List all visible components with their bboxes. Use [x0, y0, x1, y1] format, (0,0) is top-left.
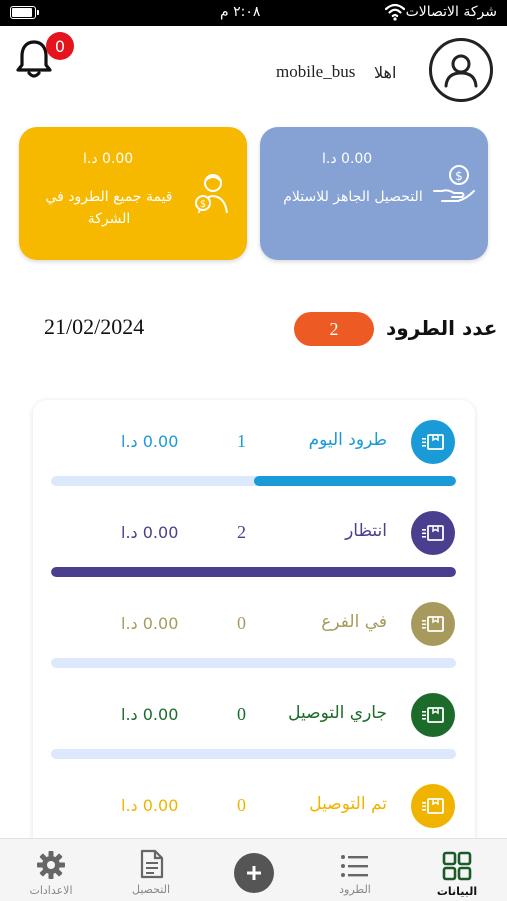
- gear-icon: [37, 851, 65, 879]
- status-row[interactable]: طرود اليوم 1 0.00 د.ا: [33, 420, 475, 511]
- status-row-progress-bar: [51, 476, 456, 486]
- user-icon: [444, 54, 478, 88]
- nav-settings-label: الاعدادات: [29, 884, 73, 897]
- carrier-name: شركة الاتصالات: [405, 4, 497, 20]
- status-row[interactable]: انتظار 2 0.00 د.ا: [33, 511, 475, 602]
- status-row-count: 0: [237, 795, 246, 815]
- nav-collection-label: التحصيل: [131, 883, 171, 896]
- battery-icon: [10, 6, 39, 19]
- status-row-label: طرود اليوم: [308, 430, 387, 450]
- company-value-title: قيمة جميع الطرود في الشركة: [45, 189, 173, 227]
- ready-collection-card[interactable]: 0.00 د.ا التحصيل الجاهز للاستلام $: [260, 127, 488, 260]
- nav-parcels[interactable]: الطرود: [326, 839, 384, 901]
- status-row-amount: 0.00 د.ا: [121, 432, 179, 451]
- status-bar: ٢:٠٨ م شركة الاتصالات: [0, 0, 507, 26]
- ready-collection-amount: 0.00 د.ا: [322, 151, 373, 167]
- add-parcel-button[interactable]: [234, 853, 274, 893]
- status-row-label: جاري التوصيل: [288, 703, 387, 723]
- status-row-progress-bar: [51, 658, 456, 668]
- status-row-amount: 0.00 د.ا: [121, 523, 179, 542]
- box-icon: [411, 420, 455, 464]
- status-row-progress-bar: [51, 567, 456, 577]
- status-row-progress-fill: [253, 476, 456, 486]
- box-icon: [411, 693, 455, 737]
- greeting: اهلا: [374, 63, 397, 82]
- status-row-progress-bar: [51, 749, 456, 759]
- status-row[interactable]: جاري التوصيل 0 0.00 د.ا: [33, 693, 475, 784]
- status-row-amount: 0.00 د.ا: [121, 705, 179, 724]
- nav-collection[interactable]: التحصيل: [122, 839, 180, 901]
- money-hand-icon: $: [432, 163, 476, 211]
- plus-icon: [247, 866, 261, 880]
- box-icon: [411, 784, 455, 828]
- parcel-count-badge: 2: [294, 312, 374, 346]
- nav-data-label: البيانات: [436, 885, 478, 898]
- ready-collection-title: التحصيل الجاهز للاستلام: [283, 189, 423, 205]
- status-row-label: انتظار: [345, 521, 387, 541]
- status-row-label: تم التوصيل: [309, 794, 387, 814]
- current-date: 21/02/2024: [44, 314, 145, 339]
- status-row-progress-fill: [51, 567, 456, 577]
- wifi-icon: [384, 3, 406, 25]
- status-row-amount: 0.00 د.ا: [121, 796, 179, 815]
- bottom-navigation: البيانات الطرود التحصيل الاعدادات: [0, 838, 507, 901]
- box-icon: [411, 602, 455, 646]
- nav-settings[interactable]: الاعدادات: [22, 839, 80, 901]
- document-icon: [140, 849, 164, 879]
- battery-level: [12, 8, 32, 17]
- company-value-amount: 0.00 د.ا: [83, 151, 134, 167]
- box-icon: [411, 511, 455, 555]
- parcel-status-list: طرود اليوم 1 0.00 د.ا انتظار 2 0.00 د.ا في الف…: [33, 400, 475, 860]
- status-row[interactable]: في الفرع 0 0.00 د.ا: [33, 602, 475, 693]
- status-row-amount: 0.00 د.ا: [121, 614, 179, 633]
- status-row-count: 1: [237, 431, 246, 451]
- username: mobile_bus: [276, 62, 356, 81]
- svg-text:$: $: [200, 199, 206, 210]
- svg-text:$: $: [455, 169, 463, 183]
- list-icon: [341, 855, 368, 877]
- status-row-label: في الفرع: [321, 612, 387, 632]
- status-row-count: 0: [237, 704, 246, 724]
- status-time: ٢:٠٨ م: [220, 4, 261, 20]
- delivery-man-icon: $: [189, 171, 233, 219]
- nav-data[interactable]: البيانات: [428, 839, 486, 901]
- dashboard-grid-icon: [442, 851, 472, 881]
- status-row-count: 2: [237, 522, 246, 542]
- profile-avatar[interactable]: [429, 38, 493, 102]
- status-row-count: 0: [237, 613, 246, 633]
- parcel-count-label: عدد الطرود: [386, 316, 498, 340]
- notification-badge: 0: [46, 32, 74, 60]
- company-value-card[interactable]: 0.00 د.ا قيمة جميع الطرود في الشركة $: [19, 127, 247, 260]
- nav-parcels-label: الطرود: [339, 883, 371, 896]
